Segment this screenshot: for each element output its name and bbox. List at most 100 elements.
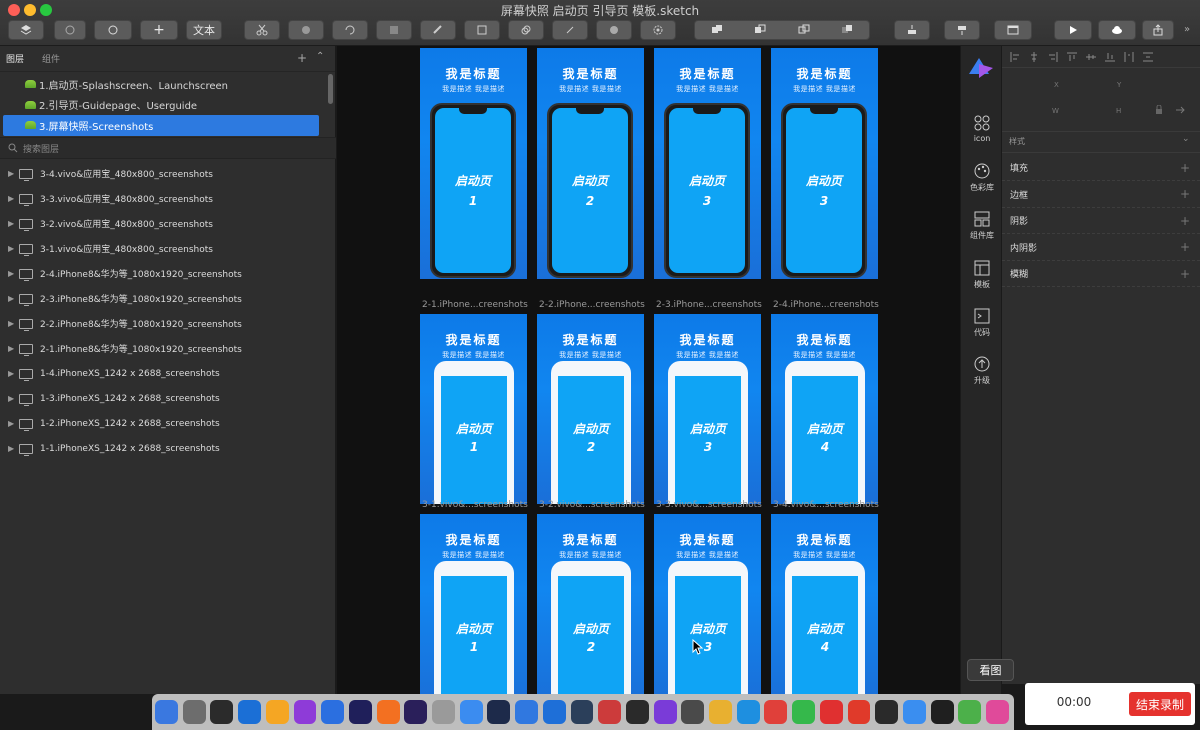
finder-icon[interactable] <box>155 700 178 724</box>
disclosure-triangle-icon[interactable]: ▶ <box>8 419 19 428</box>
disclosure-triangle-icon[interactable]: ▶ <box>8 169 19 178</box>
style-section-row[interactable]: 阴影 + <box>1002 208 1200 234</box>
add-page-button[interactable]: + <box>297 51 307 65</box>
add-icon[interactable]: + <box>1180 240 1190 254</box>
add-icon[interactable]: + <box>1180 267 1190 281</box>
flip-icon[interactable] <box>1175 105 1185 115</box>
strip-item-color-library[interactable]: 色彩库 <box>961 162 1003 193</box>
artboard[interactable]: 我是标题 我是描述 我是描述 启动页 1 <box>420 314 527 504</box>
layer-row[interactable]: ▶ 3-4.vivo&应用宝_480x800_screenshots <box>0 161 336 186</box>
align-center-icon[interactable] <box>1029 51 1039 62</box>
pages-scrollbar[interactable] <box>328 74 333 104</box>
browser-icon[interactable] <box>238 700 262 724</box>
preview-button[interactable] <box>596 20 632 40</box>
backward-button[interactable] <box>944 20 980 40</box>
artboard[interactable]: 我是标题 我是描述 我是描述 启动页 1 <box>420 514 527 694</box>
distribute-vertical-icon[interactable] <box>1143 52 1153 62</box>
artboard-caption[interactable]: 3-1.vivo&...screenshots <box>422 500 532 510</box>
disclosure-triangle-icon[interactable]: ▶ <box>8 344 19 353</box>
artboard[interactable]: 我是标题 我是描述 我是描述 启动页 2 <box>537 514 644 694</box>
xcode-icon[interactable] <box>653 700 677 724</box>
stop-recording-button[interactable]: 结束录制 <box>1129 692 1191 716</box>
pycharm-icon[interactable] <box>570 700 594 724</box>
preview-icon[interactable] <box>432 700 455 724</box>
pages-icon[interactable] <box>459 700 483 724</box>
disclosure-triangle-icon[interactable]: ▶ <box>8 219 19 228</box>
artboard[interactable]: 我是标题 我是描述 我是描述 启动页 2 <box>537 314 644 504</box>
sync-button[interactable] <box>54 20 86 40</box>
strip-item-component-library[interactable]: 组件库 <box>961 210 1003 241</box>
layer-row[interactable]: ▶ 2-2.iPhone8&华为等_1080x1920_screenshots <box>0 311 336 336</box>
app-icon[interactable] <box>930 700 954 724</box>
mail-icon[interactable] <box>598 700 622 724</box>
layer-row[interactable]: ▶ 3-3.vivo&应用宝_480x800_screenshots <box>0 186 336 211</box>
align-top-icon[interactable] <box>1067 52 1077 62</box>
strip-item-upgrade[interactable]: 升级 <box>961 355 1003 386</box>
artboard-caption[interactable]: 2-2.iPhone...creenshots <box>539 300 649 310</box>
baidu-netdisk-icon[interactable] <box>875 700 899 724</box>
artboard[interactable]: 我是标题 我是描述 我是描述 启动页 3 <box>771 48 878 279</box>
canvas[interactable]: 我是标题 我是描述 我是描述 启动页 1 我是标题 我是描述 我是描述 启动页 2 我是标题 我是… <box>337 46 960 694</box>
mask-button[interactable] <box>420 20 456 40</box>
artboard[interactable]: 我是标题 我是描述 我是描述 启动页 4 <box>771 314 878 504</box>
insert-layer-menu-button[interactable] <box>8 20 44 40</box>
terminal-icon[interactable] <box>902 700 926 724</box>
view-menu-button[interactable] <box>994 20 1032 40</box>
sync-menu-button[interactable] <box>94 20 132 40</box>
launchpad-icon[interactable] <box>182 700 206 724</box>
picsart-icon[interactable] <box>293 700 317 724</box>
insert-button[interactable]: + <box>140 20 178 40</box>
scissors-button[interactable] <box>244 20 280 40</box>
qq-icon[interactable] <box>847 700 871 724</box>
export-button[interactable] <box>1142 20 1174 40</box>
mindmap-icon[interactable] <box>542 700 566 724</box>
strip-item-code[interactable]: 代码 <box>961 307 1003 338</box>
github-icon[interactable] <box>625 700 649 724</box>
artboard[interactable]: 我是标题 我是描述 我是描述 启动页 1 <box>420 48 527 279</box>
artboard[interactable]: 我是标题 我是描述 我是描述 启动页 4 <box>771 514 878 694</box>
disclosure-triangle-icon[interactable]: ▶ <box>8 294 19 303</box>
final-cut-icon[interactable] <box>210 700 234 724</box>
distribute-horizontal-icon[interactable] <box>1124 51 1134 62</box>
layer-row[interactable]: ▶ 2-4.iPhone8&华为等_1080x1920_screenshots <box>0 261 336 286</box>
artboard-caption[interactable]: 2-3.iPhone...creenshots <box>656 300 766 310</box>
word-icon[interactable] <box>321 700 345 724</box>
style-section-row[interactable]: 填充 + <box>1002 155 1200 181</box>
safari-icon[interactable] <box>736 700 760 724</box>
cloud-button[interactable] <box>1098 20 1136 40</box>
artboard[interactable]: 我是标题 我是描述 我是描述 启动页 3 <box>654 314 761 504</box>
layer-search[interactable]: 搜索图层 <box>0 137 336 159</box>
layer-row[interactable]: ▶ 2-3.iPhone8&华为等_1080x1920_screenshots <box>0 286 336 311</box>
strip-item-templates[interactable]: 模板 <box>961 259 1003 290</box>
layer-row[interactable]: ▶ 3-2.vivo&应用宝_480x800_screenshots <box>0 211 336 236</box>
scale-button[interactable] <box>464 20 500 40</box>
artboard[interactable]: 我是标题 我是描述 我是描述 启动页 2 <box>537 48 644 279</box>
page-item-screenshots[interactable]: 3.屏幕快照-Screenshots <box>3 115 319 136</box>
wechat-icon[interactable] <box>764 700 788 724</box>
layer-row[interactable]: ▶ 3-1.vivo&应用宝_480x800_screenshots <box>0 236 336 261</box>
layer-row[interactable]: ▶ 1-4.iPhoneXS_1242 x 2688_screenshots <box>0 361 336 386</box>
toolbar-overflow-icon[interactable]: » <box>1184 24 1190 35</box>
app-icon[interactable] <box>958 700 982 724</box>
layer-row[interactable]: ▶ 1-2.iPhoneXS_1242 x 2688_screenshots <box>0 411 336 436</box>
cinema4d-icon[interactable] <box>487 700 511 724</box>
play-button[interactable] <box>1054 20 1092 40</box>
illustrator-icon[interactable] <box>376 700 400 724</box>
artboard-caption[interactable]: 3-3.vivo&...screenshots <box>656 500 766 510</box>
flatten-button[interactable] <box>376 20 412 40</box>
layer-row[interactable]: ▶ 1-1.iPhoneXS_1242 x 2688_screenshots <box>0 436 336 461</box>
settings-button[interactable] <box>640 20 676 40</box>
align-right-icon[interactable] <box>1048 51 1058 62</box>
align-bottom-icon[interactable] <box>1105 52 1115 62</box>
tab-layers[interactable]: 图层 <box>6 52 24 65</box>
style-section-row[interactable]: 边框 + <box>1002 182 1200 208</box>
rotate-button[interactable] <box>332 20 368 40</box>
disclosure-triangle-icon[interactable]: ▶ <box>8 319 19 328</box>
after-effects-icon[interactable] <box>404 700 428 724</box>
chevron-down-icon[interactable]: ⌄ <box>1182 134 1190 144</box>
strip-item-icon[interactable]: icon <box>961 114 1003 143</box>
add-icon[interactable]: + <box>1180 161 1190 175</box>
sketch-icon[interactable] <box>265 700 289 724</box>
edit-button[interactable] <box>288 20 324 40</box>
plugin-logo-icon[interactable] <box>965 56 997 80</box>
